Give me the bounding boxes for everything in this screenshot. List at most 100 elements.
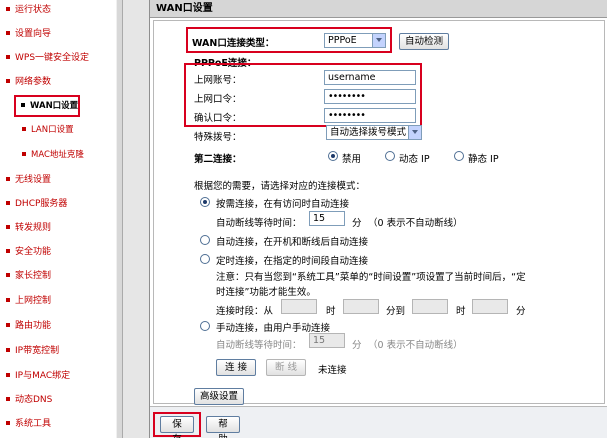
radio-second-disabled-label: 禁用 <box>342 154 362 165</box>
idle-time-label: 自动断线等待时间： <box>216 218 302 229</box>
confirm-password-input[interactable]: •••••••• <box>324 108 416 123</box>
auto-detect-button[interactable]: 自动检测 <box>399 33 449 50</box>
sidebar-item-wireless[interactable]: 无线设置 <box>0 170 51 190</box>
sidebar-item-dhcp[interactable]: DHCP服务器 <box>0 194 67 214</box>
radio-mode-manual[interactable] <box>200 321 210 331</box>
bullet-icon <box>6 176 10 181</box>
sidebar-item-network[interactable]: 网络参数 <box>0 72 51 92</box>
sidebar-item-security[interactable]: 安全功能 <box>0 242 51 262</box>
radio-second-dynamic-label: 动态 IP <box>399 154 430 165</box>
password-label: 上网口令： <box>194 94 242 105</box>
radio-second-static-label: 静态 IP <box>468 154 499 165</box>
frame-gap <box>123 0 149 438</box>
radio-second-disabled[interactable] <box>328 151 338 161</box>
period-minute-to-label: 分到 <box>386 306 406 317</box>
panel-title: WAN口设置 <box>150 0 607 18</box>
mode-timed-label: 定时连接，在指定的时间段自动连接 <box>216 256 369 267</box>
sidebar-item-access-control[interactable]: 上网控制 <box>0 291 51 311</box>
sidebar-item-mac-clone[interactable]: MAC地址克隆 <box>0 145 84 165</box>
bullet-icon <box>6 6 10 11</box>
bullet-icon <box>6 54 10 59</box>
chevron-down-icon[interactable] <box>408 126 421 139</box>
timed-note-line-2: 时连接”功能才能生效。 <box>216 287 316 298</box>
idle-time2-note: （0 表示不自动断线） <box>368 340 463 351</box>
period-hour-label: 时 <box>326 306 336 317</box>
chevron-down-icon[interactable] <box>372 34 385 47</box>
advanced-settings-button[interactable]: 高级设置 <box>194 388 244 405</box>
mode-prompt: 根据您的需要，请选择对应的连接模式： <box>194 181 366 192</box>
sidebar: 运行状态 设置向导 WPS一键安全设定 网络参数 WAN口设置 LAN口设置 M… <box>0 0 116 438</box>
bullet-icon <box>6 347 10 352</box>
special-dial-select[interactable]: 自动选择拨号模式 <box>326 125 422 140</box>
special-dial-label: 特殊拨号： <box>194 132 242 143</box>
help-button[interactable]: 帮 助 <box>206 416 240 438</box>
radio-mode-timed[interactable] <box>200 254 210 264</box>
sidebar-item-parental[interactable]: 家长控制 <box>0 266 51 286</box>
period-minute2-label: 分 <box>516 306 526 317</box>
sidebar-item-wps[interactable]: WPS一键安全设定 <box>0 48 89 68</box>
sidebar-item-routing[interactable]: 路由功能 <box>0 316 51 336</box>
idle-time-input[interactable]: 15 <box>309 211 345 226</box>
sidebar-item-status[interactable]: 运行状态 <box>0 0 51 20</box>
confirm-password-label: 确认口令： <box>194 113 242 124</box>
sidebar-item-wan[interactable]: WAN口设置 <box>14 95 80 117</box>
second-connection-label: 第二连接： <box>194 154 242 165</box>
timed-note-line-1: 注意：只有当您到“系统工具”菜单的“时间设置”项设置了当前时间后，“定 <box>216 272 526 283</box>
save-button[interactable]: 保 存 <box>160 416 194 438</box>
wan-settings-panel: WAN口设置 WAN口连接类型： PPPoE 自动检测 PPPoE连接： 上网账… <box>149 0 607 438</box>
idle-time2-unit: 分 <box>352 340 362 351</box>
radio-mode-auto[interactable] <box>200 235 210 245</box>
bullet-icon <box>6 30 10 35</box>
bullet-icon <box>6 272 10 277</box>
wan-type-label: WAN口连接类型： <box>192 38 275 49</box>
bullet-icon <box>22 126 26 131</box>
radio-second-static[interactable] <box>454 151 464 161</box>
connect-button[interactable]: 连 接 <box>216 359 256 376</box>
period-start-hour-input[interactable] <box>281 299 317 314</box>
bullet-icon <box>22 151 26 156</box>
username-input[interactable]: username <box>324 70 416 85</box>
special-dial-value: 自动选择拨号模式 <box>330 127 407 138</box>
wan-type-select[interactable]: PPPoE <box>324 33 386 48</box>
idle-time2-label: 自动断线等待时间： <box>216 340 302 351</box>
mode-auto-label: 自动连接，在开机和断线后自动连接 <box>216 237 369 248</box>
period-hour2-label: 时 <box>456 306 466 317</box>
username-label: 上网账号： <box>194 75 242 86</box>
wan-type-value: PPPoE <box>328 35 357 46</box>
panel-content: WAN口连接类型： PPPoE 自动检测 PPPoE连接： 上网账号： user… <box>153 20 605 405</box>
period-end-minute-input[interactable] <box>472 299 508 314</box>
sidebar-item-forwarding[interactable]: 转发规则 <box>0 218 51 238</box>
idle-time-unit: 分 <box>352 218 362 229</box>
pppoe-heading: PPPoE连接： <box>194 58 257 69</box>
period-end-hour-input[interactable] <box>412 299 448 314</box>
bullet-icon <box>6 322 10 327</box>
bullet-icon <box>6 224 10 229</box>
mode-manual-label: 手动连接，由用户手动连接 <box>216 323 331 334</box>
idle-time-note: （0 表示不自动断线） <box>368 218 463 229</box>
period-label: 连接时段：从 <box>216 306 274 317</box>
period-start-minute-input[interactable] <box>343 299 379 314</box>
sidebar-item-bandwidth[interactable]: IP带宽控制 <box>0 341 59 361</box>
panel-footer: 保 存 帮 助 <box>150 406 607 438</box>
radio-mode-on-demand[interactable] <box>200 197 210 207</box>
bullet-icon <box>6 420 10 425</box>
bullet-icon <box>6 297 10 302</box>
mode-on-demand-label: 按需连接，在有访问时自动连接 <box>216 199 350 210</box>
sidebar-item-wizard[interactable]: 设置向导 <box>0 24 51 44</box>
sidebar-item-lan[interactable]: LAN口设置 <box>0 120 74 140</box>
bullet-icon <box>6 372 10 377</box>
sidebar-item-ddns[interactable]: 动态DNS <box>0 390 52 410</box>
sidebar-item-ip-mac[interactable]: IP与MAC绑定 <box>0 366 70 386</box>
password-input[interactable]: •••••••• <box>324 89 416 104</box>
bullet-icon <box>6 396 10 401</box>
sidebar-item-system-tools[interactable]: 系统工具 <box>0 414 51 434</box>
idle-time2-input[interactable]: 15 <box>309 333 345 348</box>
bullet-icon <box>6 200 10 205</box>
radio-second-dynamic[interactable] <box>385 151 395 161</box>
bullet-icon <box>21 102 25 107</box>
frame-splitter[interactable] <box>116 0 123 438</box>
bullet-icon <box>6 248 10 253</box>
connection-status: 未连接 <box>318 365 347 376</box>
disconnect-button[interactable]: 断 线 <box>266 359 306 376</box>
bullet-icon <box>6 78 10 83</box>
